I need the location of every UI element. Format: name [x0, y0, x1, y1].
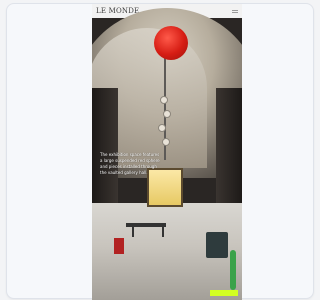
hanging-bead	[160, 96, 168, 104]
mobile-screenshot: LE MONDE The exhibition space features a…	[92, 4, 242, 300]
overlay-caption: The exhibition space features a large su…	[100, 152, 210, 176]
hanging-bead	[158, 124, 166, 132]
red-sphere	[154, 26, 188, 60]
hero-image: The exhibition space features a large su…	[92, 8, 242, 300]
hanging-bead	[162, 138, 170, 146]
bench-legs	[132, 227, 164, 237]
cta-button[interactable]	[210, 290, 238, 296]
hanging-bead	[163, 110, 171, 118]
red-object	[114, 238, 124, 254]
caption-line: the vaulted gallery hall.	[100, 170, 148, 175]
menu-icon[interactable]	[232, 9, 238, 14]
green-object	[230, 250, 236, 290]
chair	[206, 232, 228, 258]
